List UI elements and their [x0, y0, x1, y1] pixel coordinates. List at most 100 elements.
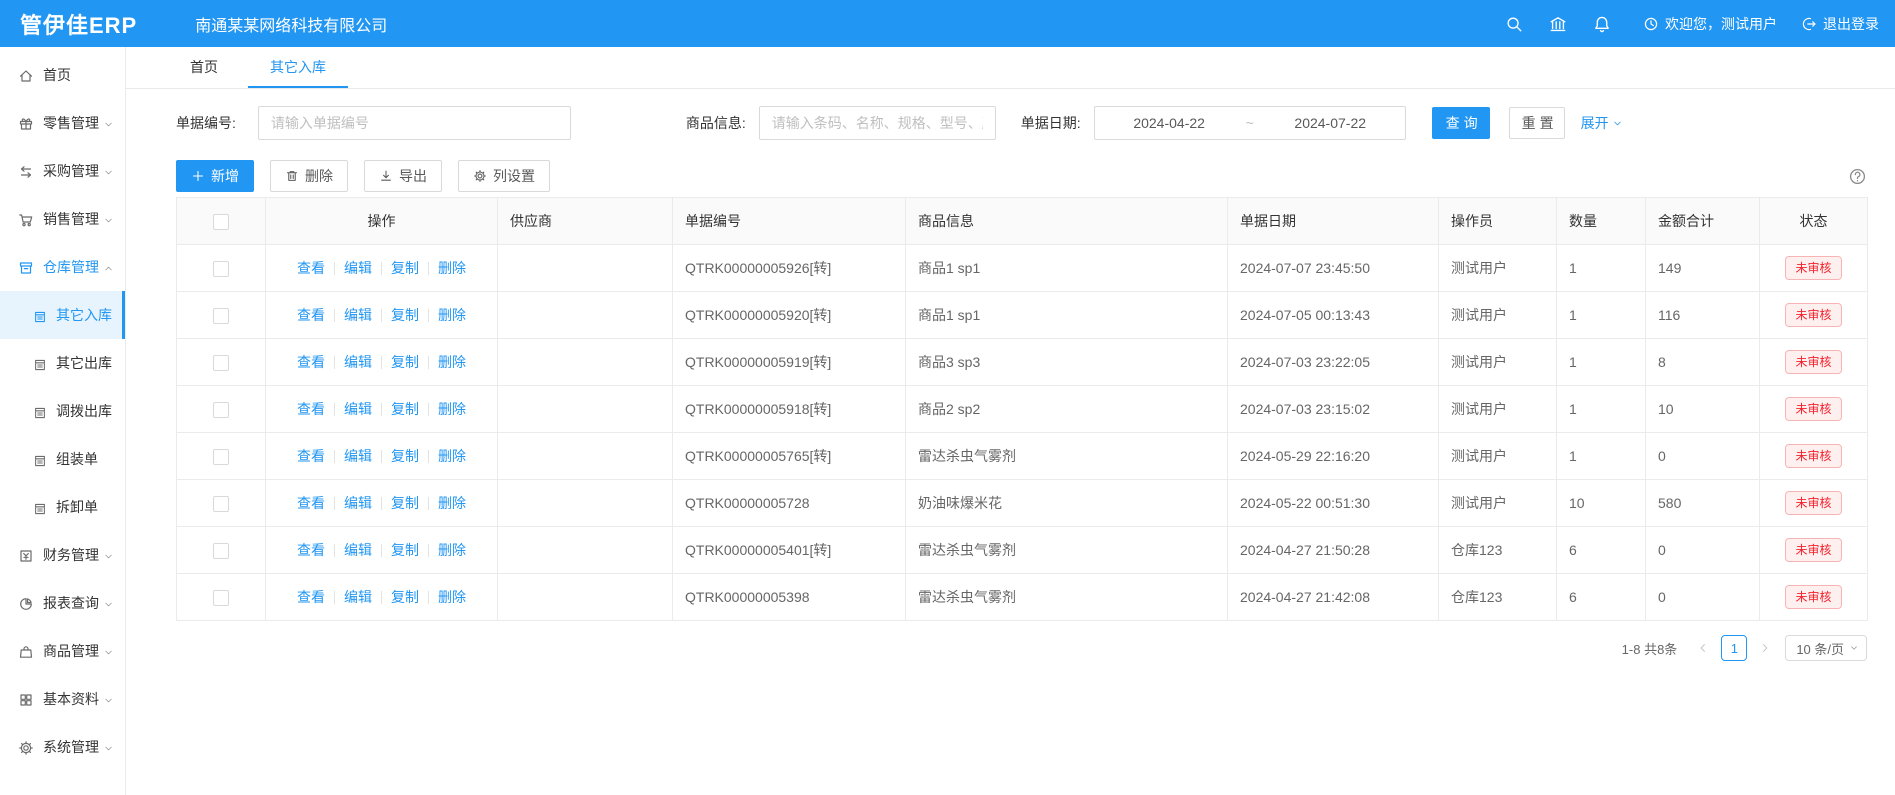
- sidebar-item-system[interactable]: 系统管理: [0, 723, 125, 771]
- delete-link[interactable]: 删除: [438, 260, 466, 276]
- edit-link[interactable]: 编辑: [344, 495, 372, 511]
- copy-link[interactable]: 复制: [391, 260, 419, 276]
- copy-link[interactable]: 复制: [391, 589, 419, 605]
- sidebar-item-basic-data[interactable]: 基本资料: [0, 675, 125, 723]
- help-icon[interactable]: [1848, 167, 1867, 186]
- expand-link[interactable]: 展开: [1581, 113, 1623, 133]
- sidebar-item-reports[interactable]: 报表查询: [0, 579, 125, 627]
- tab-bar: 首页 其它入库: [126, 47, 1895, 89]
- column-header-actions: 操作: [266, 198, 498, 245]
- row-checkbox[interactable]: [213, 261, 229, 277]
- edit-link[interactable]: 编辑: [344, 589, 372, 605]
- add-button[interactable]: 新增: [176, 160, 254, 192]
- actions-cell: 查看 编辑 复制 删除: [266, 433, 498, 480]
- row-checkbox[interactable]: [213, 449, 229, 465]
- delete-link[interactable]: 删除: [438, 589, 466, 605]
- page-number-button[interactable]: 1: [1721, 635, 1747, 661]
- row-checkbox[interactable]: [213, 496, 229, 512]
- chevron-down-icon: [1849, 643, 1859, 653]
- sidebar-item-label: 商品管理: [43, 641, 99, 661]
- delete-label: 删除: [305, 166, 333, 186]
- table-row: 查看编辑复制删除 QTRK00000005920[转] 商品1 sp1 2024…: [177, 292, 1868, 339]
- actions-cell: 查看 编辑 复制 删除: [266, 386, 498, 433]
- date-start-value[interactable]: 2024-04-22: [1095, 115, 1244, 131]
- delete-button[interactable]: 删除: [270, 160, 348, 192]
- search-button[interactable]: 查询: [1432, 107, 1490, 139]
- bell-icon[interactable]: [1585, 7, 1619, 41]
- copy-link[interactable]: 复制: [391, 495, 419, 511]
- delete-link[interactable]: 删除: [438, 401, 466, 417]
- next-page-button[interactable]: [1753, 642, 1777, 654]
- delete-link[interactable]: 删除: [438, 354, 466, 370]
- logout-button[interactable]: 退出登录: [1801, 14, 1879, 34]
- reset-button[interactable]: 重置: [1509, 107, 1565, 139]
- sidebar-item-goods[interactable]: 商品管理: [0, 627, 125, 675]
- order-no-input[interactable]: [258, 106, 571, 140]
- sidebar-item-purchase[interactable]: 采购管理: [0, 147, 125, 195]
- sidebar-item-transfer-outbound[interactable]: 调拨出库: [0, 387, 125, 435]
- supplier-cell: [498, 527, 673, 574]
- sidebar-item-home[interactable]: 首页: [0, 51, 125, 99]
- edit-link[interactable]: 编辑: [344, 401, 372, 417]
- view-link[interactable]: 查看: [297, 401, 325, 417]
- row-checkbox[interactable]: [213, 355, 229, 371]
- view-link[interactable]: 查看: [297, 260, 325, 276]
- column-settings-button[interactable]: 列设置: [458, 160, 550, 192]
- sidebar-item-finance[interactable]: 财务管理: [0, 531, 125, 579]
- operator-cell: 测试用户: [1439, 245, 1557, 292]
- delete-link[interactable]: 删除: [438, 307, 466, 323]
- sidebar-item-warehouse[interactable]: 仓库管理: [0, 243, 125, 291]
- welcome-user[interactable]: 欢迎您，测试用户: [1643, 14, 1777, 34]
- sidebar-item-other-inbound[interactable]: 其它入库: [0, 291, 125, 339]
- copy-link[interactable]: 复制: [391, 401, 419, 417]
- delete-link[interactable]: 删除: [438, 448, 466, 464]
- select-all-checkbox[interactable]: [213, 214, 229, 230]
- column-header-status: 状态: [1760, 198, 1868, 245]
- copy-link[interactable]: 复制: [391, 354, 419, 370]
- sidebar-item-retail[interactable]: 零售管理: [0, 99, 125, 147]
- copy-link[interactable]: 复制: [391, 307, 419, 323]
- view-link[interactable]: 查看: [297, 542, 325, 558]
- row-checkbox[interactable]: [213, 543, 229, 559]
- copy-link[interactable]: 复制: [391, 448, 419, 464]
- date-end-value[interactable]: 2024-07-22: [1256, 115, 1405, 131]
- view-link[interactable]: 查看: [297, 354, 325, 370]
- product-cell: 商品3 sp3: [906, 339, 1228, 386]
- status-badge: 未审核: [1785, 350, 1841, 374]
- sidebar-item-disassembly[interactable]: 拆卸单: [0, 483, 125, 531]
- view-link[interactable]: 查看: [297, 589, 325, 605]
- product-info-input[interactable]: [759, 106, 996, 140]
- view-link[interactable]: 查看: [297, 448, 325, 464]
- sidebar-item-assembly[interactable]: 组装单: [0, 435, 125, 483]
- delete-link[interactable]: 删除: [438, 542, 466, 558]
- view-link[interactable]: 查看: [297, 495, 325, 511]
- chevron-down-icon: [103, 115, 114, 131]
- bank-icon[interactable]: [1541, 7, 1575, 41]
- view-link[interactable]: 查看: [297, 307, 325, 323]
- column-settings-label: 列设置: [493, 166, 535, 186]
- sidebar-item-sales[interactable]: 销售管理: [0, 195, 125, 243]
- row-checkbox[interactable]: [213, 308, 229, 324]
- copy-link[interactable]: 复制: [391, 542, 419, 558]
- amount-cell: 116: [1646, 292, 1760, 339]
- search-icon[interactable]: [1497, 7, 1531, 41]
- edit-link[interactable]: 编辑: [344, 448, 372, 464]
- tab-home[interactable]: 首页: [168, 47, 240, 88]
- prev-page-button[interactable]: [1691, 642, 1715, 654]
- sidebar-item-other-outbound[interactable]: 其它出库: [0, 339, 125, 387]
- delete-link[interactable]: 删除: [438, 495, 466, 511]
- edit-link[interactable]: 编辑: [344, 260, 372, 276]
- edit-link[interactable]: 编辑: [344, 354, 372, 370]
- status-cell: 未审核: [1760, 292, 1868, 339]
- export-button[interactable]: 导出: [364, 160, 442, 192]
- row-checkbox[interactable]: [213, 590, 229, 606]
- edit-link[interactable]: 编辑: [344, 307, 372, 323]
- page-size-select[interactable]: 10 条/页: [1785, 635, 1867, 661]
- chevron-down-icon: [103, 643, 114, 659]
- date-range-picker[interactable]: 2024-04-22 ~ 2024-07-22: [1094, 106, 1406, 140]
- tab-other-inbound[interactable]: 其它入库: [248, 47, 348, 88]
- status-badge: 未审核: [1785, 303, 1841, 327]
- app-logo: 管伊佳ERP: [20, 8, 137, 40]
- row-checkbox[interactable]: [213, 402, 229, 418]
- edit-link[interactable]: 编辑: [344, 542, 372, 558]
